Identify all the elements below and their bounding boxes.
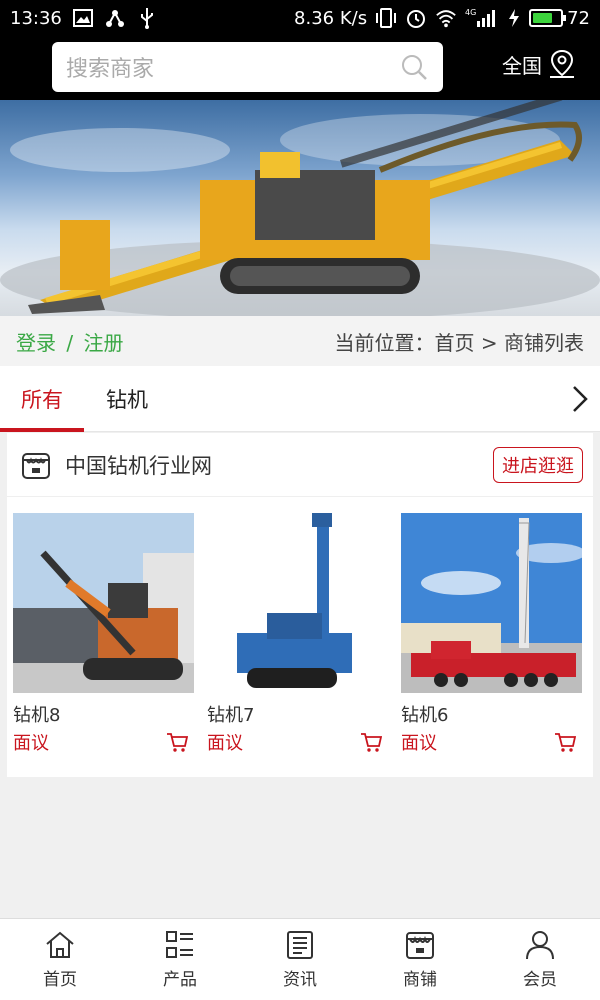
signal-icon: 4G <box>465 7 499 29</box>
nav-home[interactable]: 首页 <box>0 919 120 1000</box>
alarm-icon <box>405 7 427 29</box>
product-image[interactable] <box>401 513 582 693</box>
status-time: 13:36 <box>10 7 62 29</box>
battery-icon <box>529 9 567 27</box>
cart-icon[interactable] <box>166 731 188 753</box>
store-icon <box>22 452 50 479</box>
cart-icon[interactable] <box>360 731 382 753</box>
nav-home-label: 首页 <box>43 970 77 990</box>
location-pin-icon <box>550 49 574 78</box>
product-list-icon <box>166 931 193 958</box>
shop-name[interactable]: 中国钻机行业网 <box>65 450 212 480</box>
nav-shops[interactable]: 商铺 <box>360 919 480 1000</box>
status-bar: 13:36 8.36 K/s 4G 72 <box>0 0 600 36</box>
region-selector[interactable]: 全国 <box>502 49 576 79</box>
product-image[interactable] <box>13 513 194 693</box>
shop-card-header: 中国钻机行业网 进店逛逛 <box>7 433 593 497</box>
store-icon <box>406 932 434 959</box>
shop-card: 中国钻机行业网 进店逛逛 钻机8 面议 钻机7 面议 钻机6 面议 <box>7 433 593 777</box>
usb-icon <box>136 7 158 29</box>
tab-all[interactable]: 所有 <box>0 366 84 432</box>
breadcrumb: 当前位置：首页 > 商铺列表 <box>334 330 584 355</box>
battery-indicator: 72 <box>529 8 590 29</box>
region-label: 全国 <box>502 53 542 78</box>
login-link[interactable]: 登录 <box>16 331 56 355</box>
charging-icon <box>507 7 521 29</box>
product-name[interactable]: 钻机6 <box>401 701 582 727</box>
nav-news-label: 资讯 <box>283 970 317 990</box>
banner-image[interactable] <box>0 100 600 316</box>
tabs-more-button[interactable] <box>560 366 600 432</box>
cart-icon[interactable] <box>554 731 576 753</box>
search-placeholder: 搜索商家 <box>66 57 155 82</box>
category-tabs: 所有 钻机 <box>0 366 600 432</box>
battery-percent: 72 <box>567 7 590 29</box>
product-price: 面议 <box>207 733 243 754</box>
svg-text:4G: 4G <box>465 8 476 17</box>
search-icon[interactable] <box>399 52 429 82</box>
share-notification-icon <box>104 7 126 29</box>
register-link[interactable]: 注册 <box>83 331 123 355</box>
vibrate-icon <box>375 7 397 29</box>
product-image[interactable] <box>207 513 388 693</box>
breadcrumb-bar: 登录 / 注册 当前位置：首页 > 商铺列表 <box>0 316 600 366</box>
search-input[interactable]: 搜索商家 <box>52 42 443 92</box>
product-price: 面议 <box>401 733 437 754</box>
news-icon <box>287 931 313 959</box>
home-icon <box>46 931 74 958</box>
product-item[interactable]: 钻机8 面议 <box>13 513 194 755</box>
network-speed: 8.36 K/s <box>294 7 368 29</box>
tab-drill[interactable]: 钻机 <box>84 366 170 432</box>
user-icon <box>526 931 554 960</box>
nav-member-label: 会员 <box>523 970 557 990</box>
product-name[interactable]: 钻机7 <box>207 701 388 727</box>
search-header: 搜索商家 全国 <box>0 36 600 100</box>
enter-shop-button[interactable]: 进店逛逛 <box>493 446 583 483</box>
product-item[interactable]: 钻机7 面议 <box>207 513 388 755</box>
nav-member[interactable]: 会员 <box>480 919 600 1000</box>
login-register: 登录 / 注册 <box>16 327 123 356</box>
wifi-icon <box>435 7 457 29</box>
product-name[interactable]: 钻机8 <box>13 701 194 727</box>
product-price: 面议 <box>13 733 49 754</box>
product-list: 钻机8 面议 钻机7 面议 钻机6 面议 <box>7 497 593 755</box>
nav-shops-label: 商铺 <box>403 970 437 990</box>
product-item[interactable]: 钻机6 面议 <box>401 513 582 755</box>
nav-products-label: 产品 <box>163 970 197 990</box>
nav-news[interactable]: 资讯 <box>240 919 360 1000</box>
image-notification-icon <box>72 7 94 29</box>
nav-products[interactable]: 产品 <box>120 919 240 1000</box>
chevron-right-icon <box>573 385 588 412</box>
login-separator: / <box>66 330 74 355</box>
bottom-nav: 首页 产品 资讯 商铺 会员 <box>0 918 600 1000</box>
